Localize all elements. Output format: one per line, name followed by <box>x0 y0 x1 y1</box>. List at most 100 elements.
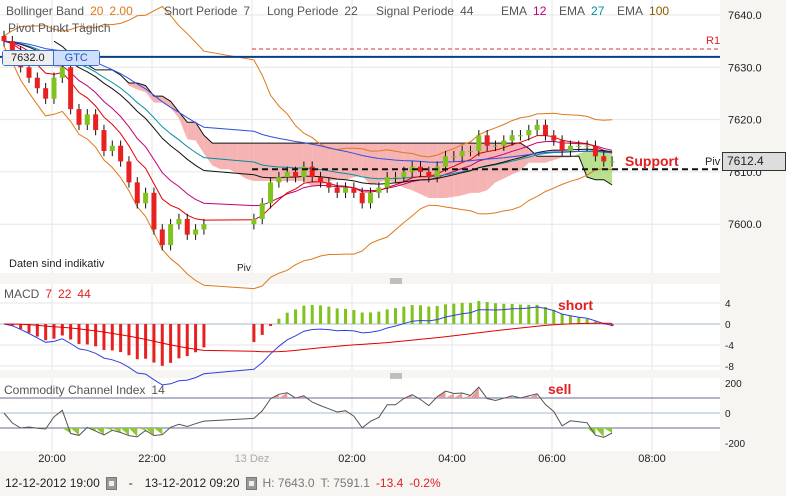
time-tick: 13 Dez <box>235 453 270 465</box>
macd-histogram-bar <box>552 309 556 324</box>
candle <box>451 156 457 158</box>
macd-panel <box>0 284 720 370</box>
macd-tick: -4 <box>725 341 734 352</box>
candle <box>176 218 182 225</box>
change-value: -13.4 <box>375 476 404 490</box>
candle <box>76 109 82 125</box>
macd-histogram-bar <box>485 301 489 324</box>
macd-histogram-bar <box>94 324 98 347</box>
macd-histogram-bar <box>119 324 123 353</box>
candle <box>484 135 490 146</box>
high-value: H: 7643.0 <box>262 476 315 490</box>
macd-histogram-bar <box>185 324 189 357</box>
candle <box>584 145 590 147</box>
macd-histogram-bar <box>435 305 439 324</box>
macd-histogram-bar <box>160 324 164 366</box>
candle <box>326 182 332 188</box>
calendar-icon[interactable] <box>245 476 257 490</box>
candle <box>276 177 282 183</box>
macd-histogram-bar <box>152 324 156 363</box>
candle <box>51 77 57 99</box>
candle <box>251 218 257 225</box>
candle <box>542 124 548 136</box>
candle <box>476 135 482 151</box>
legend-short-period: Short Periode 7 <box>164 4 251 18</box>
time-tick: 08:00 <box>638 453 666 465</box>
macd-histogram-bar <box>560 313 564 324</box>
macd-histogram-bar <box>252 324 256 343</box>
macd-histogram-bar <box>69 324 73 340</box>
candle <box>301 166 307 178</box>
macd-histogram-bar <box>394 308 398 324</box>
macd-histogram-bar <box>260 324 264 335</box>
ichimoku-cloud <box>395 143 404 188</box>
macd-histogram-bar <box>344 308 348 324</box>
time-tick: 06:00 <box>538 453 566 465</box>
time-tick: 20:00 <box>38 453 66 465</box>
ichimoku-cloud <box>212 143 221 170</box>
order-type[interactable]: GTC <box>53 51 99 65</box>
chart-canvas[interactable]: 7640.07630.07620.07610.07600.040-4-82000… <box>0 0 786 496</box>
macd-histogram-bar <box>27 324 31 333</box>
cci-tick: 200 <box>725 379 742 390</box>
macd-histogram-bar <box>518 304 522 324</box>
candle <box>284 171 290 178</box>
support-label: Support <box>625 153 679 169</box>
candle <box>601 156 607 162</box>
macd-tick: -8 <box>725 362 734 373</box>
macd-histogram-bar <box>110 324 114 351</box>
candle <box>609 161 615 163</box>
candle <box>517 135 523 137</box>
legend-ema-12: EMA 12 <box>501 4 547 18</box>
candle <box>126 161 132 183</box>
candle <box>159 229 165 246</box>
candle <box>376 187 382 193</box>
candle <box>193 229 199 235</box>
cci-tick: 0 <box>725 409 731 420</box>
calendar-icon[interactable] <box>105 476 117 490</box>
macd-histogram-bar <box>127 324 131 356</box>
candle <box>68 67 74 110</box>
candle <box>26 67 32 78</box>
price-tick: 7640.0 <box>728 10 762 22</box>
candle <box>293 171 299 178</box>
price-panel <box>0 0 720 273</box>
candle <box>134 182 140 204</box>
candle <box>59 67 65 78</box>
macd-histogram-bar <box>468 302 472 324</box>
legend-ema-27: EMA 27 <box>559 4 605 18</box>
macd-histogram-bar <box>144 324 148 359</box>
candle <box>426 171 432 178</box>
candle <box>551 135 557 141</box>
candle <box>151 192 157 230</box>
ichimoku-cloud <box>228 143 238 174</box>
date-to[interactable]: 13-12-2012 09:20 <box>145 476 240 490</box>
macd-histogram-bar <box>577 317 581 324</box>
candle <box>434 166 440 178</box>
candle <box>1 35 7 42</box>
date-from[interactable]: 12-12-2012 19:00 <box>5 476 100 490</box>
macd-histogram-bar <box>327 306 331 324</box>
pivot-label-bottom: Piv <box>237 263 251 274</box>
macd-tick: 0 <box>725 320 731 331</box>
macd-histogram-bar <box>493 303 497 324</box>
candle <box>559 140 565 151</box>
footer-bar: 12-12-2012 19:00 - 13-12-2012 09:20 H: 7… <box>5 476 441 490</box>
macd-histogram-bar <box>285 312 289 324</box>
candle <box>442 156 448 167</box>
candle <box>168 224 174 246</box>
macd-histogram-bar <box>202 324 206 348</box>
candle <box>368 192 374 204</box>
macd-histogram-bar <box>319 305 323 324</box>
ichimoku-cloud <box>537 156 546 163</box>
order-label[interactable]: 7632.0 GTC <box>2 50 100 66</box>
macd-histogram-bar <box>369 312 373 324</box>
candle <box>201 224 207 230</box>
macd-histogram-bar <box>510 303 514 324</box>
ichimoku-cloud <box>153 96 163 103</box>
cci-tick: -200 <box>725 439 745 450</box>
macd-histogram-bar <box>135 324 139 360</box>
candle <box>93 114 99 131</box>
date-separator: - <box>128 476 133 490</box>
macd-histogram-bar <box>402 306 406 324</box>
